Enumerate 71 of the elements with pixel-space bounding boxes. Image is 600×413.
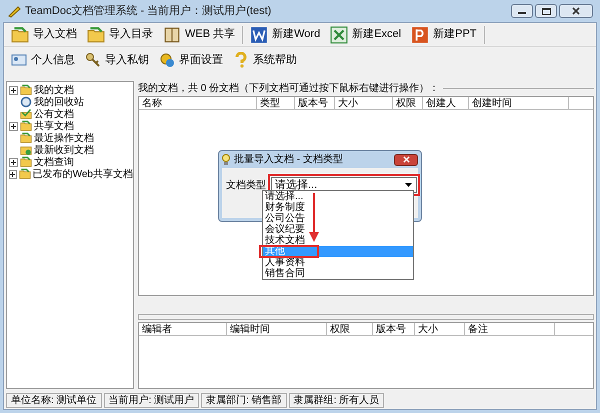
key-icon (85, 52, 101, 68)
recycle-icon (20, 96, 32, 108)
word-document-icon (250, 26, 268, 44)
column-header[interactable]: 创建时间 (469, 97, 569, 110)
toolbar-button[interactable]: 新建Word (247, 24, 324, 44)
tree-item[interactable]: 文档查询 (34, 154, 74, 170)
column-header[interactable]: 版本号 (295, 97, 335, 110)
folder-icon (20, 120, 32, 132)
column-header[interactable]: 大小 (415, 323, 465, 336)
tree-item[interactable]: 最近操作文档 (34, 130, 94, 146)
column-header[interactable]: 备注 (465, 323, 555, 336)
tree-item[interactable]: 共享文档 (34, 118, 74, 134)
checkmark-folder-icon (20, 108, 32, 120)
expand-toggle[interactable] (9, 158, 18, 166)
dropdown-arrow-icon (405, 183, 412, 187)
tree-item[interactable]: 我的文档 (34, 82, 74, 98)
close-icon (402, 156, 410, 163)
close-icon (572, 7, 580, 15)
column-header[interactable]: 编辑者 (139, 323, 227, 336)
folder-icon (20, 132, 32, 144)
inbox-folder-icon (20, 144, 32, 156)
tree-item[interactable]: 已发布的Web共享文档 (32, 166, 133, 182)
status-field: 当前用户: 测试用户 (104, 392, 200, 408)
field-label: 文档类型 (226, 178, 266, 191)
column-header[interactable]: 编辑时间 (227, 323, 327, 336)
expand-toggle[interactable] (9, 122, 18, 130)
toolbar-button[interactable]: 导入文档 (8, 24, 80, 44)
folder-icon (20, 84, 32, 96)
close-button[interactable] (394, 154, 418, 166)
spreadsheet-icon (330, 26, 348, 44)
question-mark-icon (233, 52, 249, 68)
toolbar-button[interactable]: 新建Excel (327, 24, 404, 44)
column-header[interactable]: 名称 (139, 97, 257, 110)
column-header[interactable]: 大小 (335, 97, 393, 110)
status-field: 隶属群组: 所有人员 (288, 392, 384, 408)
column-header[interactable]: 类型 (257, 97, 295, 110)
presentation-icon (411, 26, 430, 44)
maximize-button[interactable] (535, 4, 557, 18)
window-title: TeamDoc文档管理系统 - 当前用户：测试用户(test) (25, 4, 272, 19)
arrow-icon (309, 193, 319, 242)
book-icon (163, 26, 181, 44)
column-header[interactable]: 权限 (327, 323, 373, 336)
highlight-frame (259, 245, 319, 258)
toolbar-button[interactable]: 导入目录 (84, 24, 156, 44)
tree-item[interactable]: 最新收到文档 (34, 142, 94, 158)
column-header[interactable]: 版本号 (373, 323, 415, 336)
folder-icon (87, 26, 105, 44)
tree-item[interactable]: 公有文档 (34, 106, 74, 122)
folder-icon (11, 26, 29, 44)
column-header[interactable]: 权限 (393, 97, 423, 110)
expand-toggle[interactable] (9, 86, 18, 94)
toolbar-button[interactable]: 导入私钥 (82, 50, 152, 70)
toolbar-button[interactable]: 界面设置 (156, 50, 226, 70)
toolbar-button[interactable]: 个人信息 (8, 50, 78, 70)
toolbar-button[interactable]: 系统帮助 (230, 50, 300, 70)
app-icon (7, 4, 21, 18)
lightbulb-icon (222, 154, 230, 166)
status-field: 隶属部门: 销售部 (201, 392, 287, 408)
close-button[interactable] (559, 4, 593, 18)
folder-icon (18, 168, 31, 180)
expand-toggle[interactable] (9, 170, 17, 178)
tree-item[interactable]: 我的回收站 (34, 94, 84, 110)
document-list-caption: 我的文档，共 0 份文档（下列文档可通过按下鼠标右键进行操作）： (138, 82, 440, 96)
id-card-icon (11, 52, 27, 68)
dialog-title: 批量导入文档 - 文档类型 (234, 152, 343, 167)
status-field: 单位名称: 测试单位 (6, 392, 102, 408)
toolbar-button[interactable]: 新建PPT (408, 24, 480, 44)
minimize-button[interactable] (511, 4, 533, 18)
column-header[interactable]: 创建人 (423, 97, 469, 110)
folder-icon (20, 156, 32, 168)
toolbar-button[interactable]: WEB 共享 (160, 24, 238, 44)
